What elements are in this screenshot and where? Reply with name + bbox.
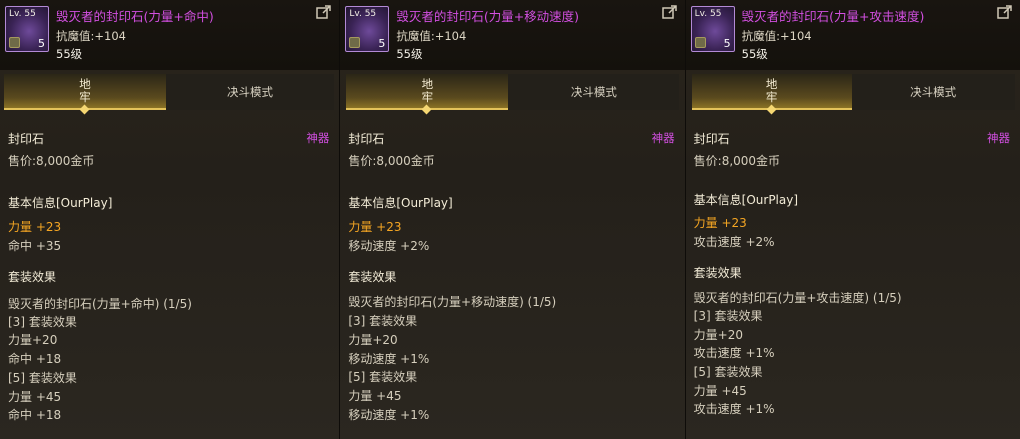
set3-label: [3] 套装效果 — [8, 315, 77, 329]
set3-label: [3] 套装效果 — [348, 314, 418, 328]
set3-stat-a: 力量+20 — [8, 333, 58, 347]
external-link-icon[interactable] — [997, 5, 1013, 19]
set5-label: [5] 套装效果 — [8, 371, 77, 385]
set5-stat-b: 命中 +18 — [8, 408, 62, 422]
magic-resist: 抗魔值:+104 — [56, 29, 126, 43]
item-category: 封印石 — [693, 132, 730, 146]
sell-price: 售价:8,000金币 — [348, 154, 435, 168]
primary-stat: 力量 +23 — [693, 216, 747, 230]
external-link-icon[interactable] — [661, 5, 678, 19]
set3-stat-b: 攻击速度 +1% — [693, 346, 775, 360]
set-effect-title: 套装效果 — [693, 266, 742, 280]
seal-stone-icon: Lv. 55 5 — [345, 6, 390, 52]
rarity-tag: 神器 — [987, 131, 1010, 145]
mode-tabs: 地牢 决斗模式 — [686, 70, 1020, 115]
set5-stat-a: 力量 +45 — [693, 384, 747, 398]
magic-resist: 抗魔值:+104 — [741, 29, 812, 43]
set-effect-title: 套装效果 — [8, 270, 57, 284]
rarity-tag: 神器 — [651, 131, 675, 145]
set-name: 毁灭者的封印石(力量+移动速度) (1/5) — [348, 295, 557, 309]
set3-stat-a: 力量+20 — [693, 328, 743, 342]
level-badge: Lv. 55 — [694, 9, 722, 19]
item-level: 55级 — [741, 47, 768, 61]
set5-stat-a: 力量 +45 — [8, 390, 62, 404]
stack-count: 5 — [723, 37, 731, 50]
item-header: Lv. 55 5 毁灭者的封印石(力量+移动速度) 抗魔值:+104 55级 — [340, 0, 685, 70]
tab-dungeon-label: 地牢 — [421, 77, 434, 104]
item-level: 55级 — [56, 47, 83, 61]
tooltip-panel-1: Lv. 55 5 毁灭者的封印石(力量+命中) 抗魔值:+104 55级 地牢 … — [0, 0, 341, 439]
magic-resist: 抗魔值:+104 — [396, 29, 467, 43]
set-effect-title: 套装效果 — [348, 270, 397, 284]
set-name: 毁灭者的封印石(力量+攻击速度) (1/5) — [693, 291, 902, 305]
primary-stat: 力量 +23 — [8, 220, 62, 234]
tab-dungeon[interactable]: 地牢 — [691, 74, 852, 115]
item-header: Lv. 55 5 毁灭者的封印石(力量+命中) 抗魔值:+104 55级 — [0, 0, 340, 70]
gem-icon — [349, 37, 361, 48]
stack-count: 5 — [38, 37, 45, 50]
item-name: 毁灭者的封印石(力量+移动速度) — [396, 9, 580, 24]
tab-dungeon[interactable]: 地牢 — [4, 74, 166, 115]
set5-stat-b: 攻击速度 +1% — [693, 402, 775, 416]
basic-info-title: 基本信息[OurPlay] — [8, 196, 113, 210]
tooltip-panel-3: Lv. 55 5 毁灭者的封印石(力量+攻击速度) 抗魔值:+104 55级 地… — [685, 0, 1020, 439]
level-badge: Lv. 55 — [9, 9, 36, 19]
secondary-stat: 攻击速度 +2% — [693, 235, 775, 249]
item-category: 封印石 — [8, 132, 45, 146]
set5-stat-b: 移动速度 +1% — [348, 408, 430, 422]
external-link-icon[interactable] — [316, 5, 332, 19]
tab-dungeon-label: 地牢 — [79, 77, 91, 104]
item-level: 55级 — [396, 47, 423, 61]
item-name: 毁灭者的封印石(力量+攻击速度) — [741, 9, 925, 24]
tab-duel[interactable]: 决斗模式 — [508, 74, 680, 110]
stack-count: 5 — [378, 37, 386, 50]
level-badge: Lv. 55 — [349, 9, 377, 19]
mode-tabs: 地牢 决斗模式 — [0, 70, 339, 115]
tab-duel[interactable]: 决斗模式 — [851, 74, 1015, 110]
tooltip-panel-2: Lv. 55 5 毁灭者的封印石(力量+移动速度) 抗魔值:+104 55级 地… — [340, 0, 686, 439]
set5-label: [5] 套装效果 — [348, 370, 418, 384]
gem-icon — [9, 37, 20, 48]
primary-stat: 力量 +23 — [348, 220, 402, 234]
set3-label: [3] 套装效果 — [693, 309, 763, 323]
item-category: 封印石 — [348, 132, 385, 146]
mode-tabs: 地牢 决斗模式 — [340, 70, 684, 115]
sell-price: 售价:8,000金币 — [693, 154, 781, 168]
set5-label: [5] 套装效果 — [693, 365, 763, 379]
secondary-stat: 移动速度 +2% — [348, 239, 430, 253]
item-header: Lv. 55 5 毁灭者的封印石(力量+攻击速度) 抗魔值:+104 55级 — [685, 0, 1020, 70]
tab-indicator-icon — [766, 104, 777, 115]
tab-duel[interactable]: 决斗模式 — [166, 74, 334, 110]
tab-dungeon[interactable]: 地牢 — [346, 74, 509, 115]
rarity-tag: 神器 — [306, 131, 330, 145]
seal-stone-icon: Lv. 55 5 — [690, 6, 735, 52]
tab-indicator-icon — [421, 104, 432, 115]
set5-stat-a: 力量 +45 — [348, 389, 402, 403]
set3-stat-b: 移动速度 +1% — [348, 352, 430, 366]
basic-info-title: 基本信息[OurPlay] — [693, 193, 799, 207]
secondary-stat: 命中 +35 — [8, 239, 62, 253]
gem-icon — [694, 37, 706, 48]
tab-dungeon-label: 地牢 — [765, 77, 778, 104]
basic-info-title: 基本信息[OurPlay] — [348, 196, 453, 210]
sell-price: 售价:8,000金币 — [8, 154, 95, 168]
tab-indicator-icon — [79, 104, 90, 115]
item-name: 毁灭者的封印石(力量+命中) — [56, 9, 214, 24]
seal-stone-icon: Lv. 55 5 — [5, 6, 49, 52]
set3-stat-a: 力量+20 — [348, 333, 398, 347]
set3-stat-b: 命中 +18 — [8, 352, 62, 366]
set-name: 毁灭者的封印石(力量+命中) (1/5) — [8, 297, 192, 311]
